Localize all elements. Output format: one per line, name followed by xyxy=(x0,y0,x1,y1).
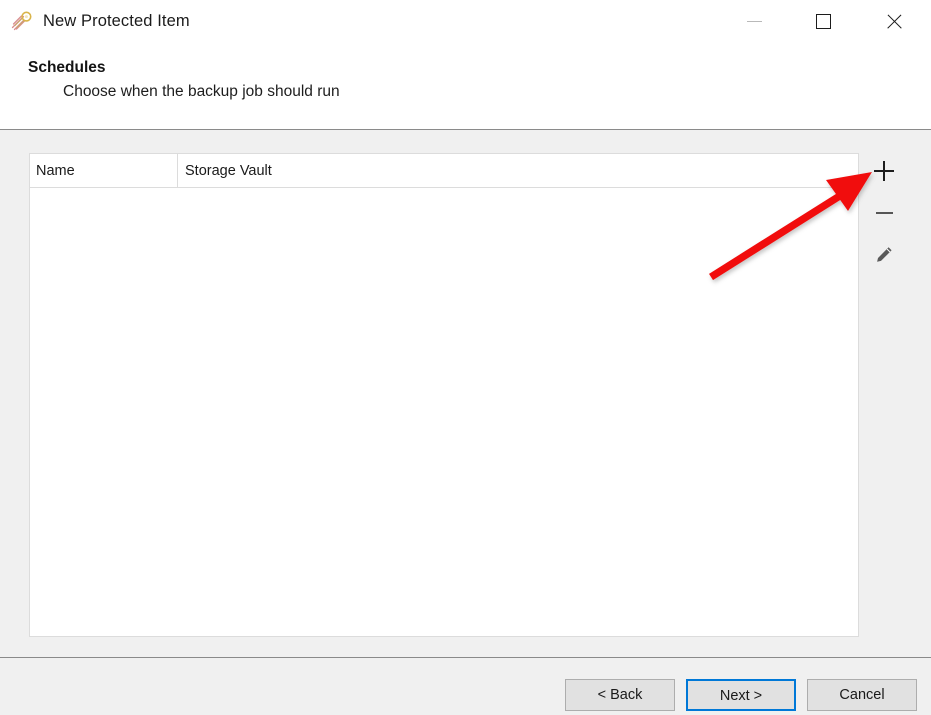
schedules-list-view[interactable]: Name Storage Vault xyxy=(29,153,859,637)
window-title-bar: New Protected Item xyxy=(0,0,931,42)
plus-icon xyxy=(874,161,894,181)
title-bar-left-group: New Protected Item xyxy=(11,0,190,42)
page-title: Schedules xyxy=(28,59,106,76)
schedules-table-header: Name Storage Vault xyxy=(30,154,858,188)
column-header-storage-vault-label: Storage Vault xyxy=(185,162,272,179)
schedules-table-body[interactable] xyxy=(30,188,858,636)
page-subtitle: Choose when the backup job should run xyxy=(63,83,340,100)
minus-icon xyxy=(875,212,893,214)
minimize-button[interactable] xyxy=(731,0,777,42)
window-controls xyxy=(731,0,931,42)
minimize-icon xyxy=(746,20,762,22)
maximize-button[interactable] xyxy=(800,0,846,42)
maximize-icon xyxy=(815,13,831,29)
window-title-text: New Protected Item xyxy=(43,11,190,30)
next-button[interactable]: Next > xyxy=(686,679,796,711)
column-header-name-label: Name xyxy=(36,162,75,179)
remove-schedule-button[interactable] xyxy=(866,195,902,231)
column-header-storage-vault[interactable]: Storage Vault xyxy=(178,154,858,187)
close-button[interactable] xyxy=(871,0,917,42)
pencil-icon xyxy=(874,245,894,265)
cancel-button[interactable]: Cancel xyxy=(807,679,917,711)
comet-icon xyxy=(11,10,33,32)
column-header-name[interactable]: Name xyxy=(30,154,178,187)
close-icon xyxy=(885,12,904,31)
wizard-body: Name Storage Vault xyxy=(0,130,931,657)
edit-schedule-button[interactable] xyxy=(866,237,902,273)
wizard-footer: < Back Next > Cancel xyxy=(0,657,931,715)
back-button[interactable]: < Back xyxy=(565,679,675,711)
wizard-page-header: Schedules Choose when the backup job sho… xyxy=(0,42,931,130)
schedules-side-toolbar xyxy=(866,153,906,279)
add-schedule-button[interactable] xyxy=(866,153,902,189)
